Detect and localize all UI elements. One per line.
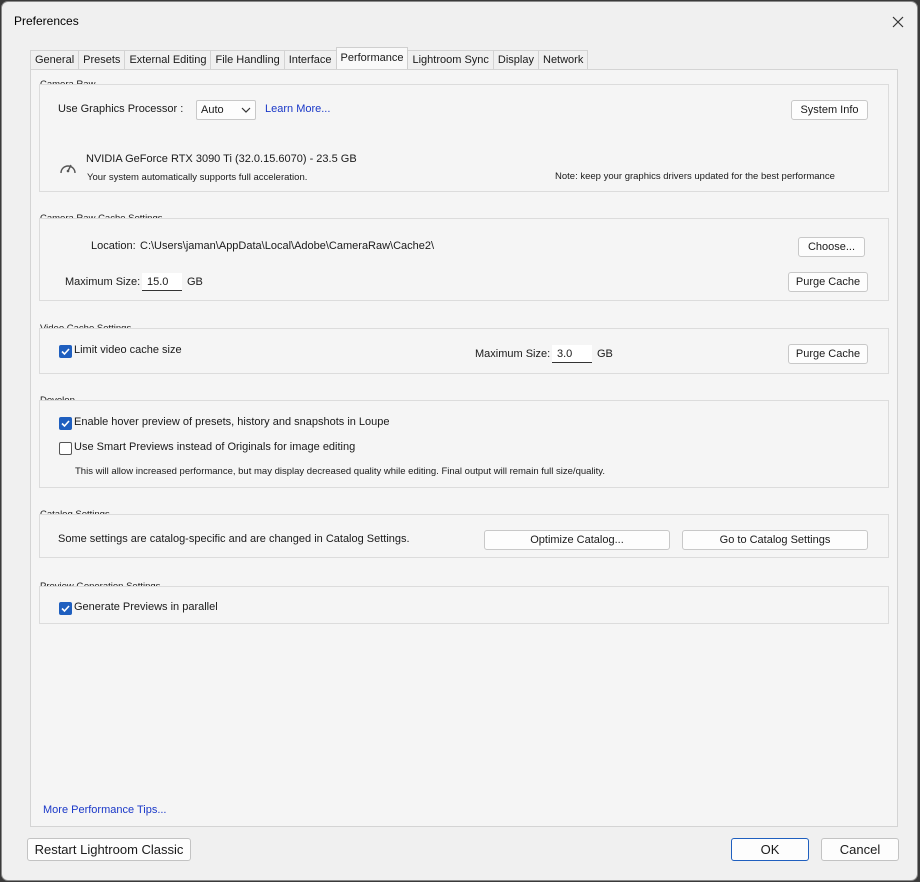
catalog-text: Some settings are catalog-specific and a… xyxy=(58,533,410,545)
video-max-field[interactable]: 3.0 xyxy=(552,345,592,363)
gpu-note: Note: keep your graphics drivers updated… xyxy=(555,171,835,182)
more-performance-tips-link[interactable]: More Performance Tips... xyxy=(43,804,167,816)
video-max-label: Maximum Size: xyxy=(475,348,551,360)
gpu-status: Your system automatically supports full … xyxy=(87,172,308,183)
tab-bar: General Presets External Editing File Ha… xyxy=(30,47,589,70)
video-purge-cache-button[interactable]: Purge Cache xyxy=(788,344,868,364)
chevron-down-icon xyxy=(241,107,251,113)
camera-raw-cache-group: Location: C:\Users\jaman\AppData\Local\A… xyxy=(39,218,889,301)
tab-external-editing[interactable]: External Editing xyxy=(124,50,211,70)
window-title: Preferences xyxy=(14,14,79,28)
smart-previews-label: Use Smart Previews instead of Originals … xyxy=(74,441,356,453)
gpu-name: NVIDIA GeForce RTX 3090 Ti (32.0.15.6070… xyxy=(86,153,357,165)
cache-unit: GB xyxy=(187,276,203,288)
tab-lightroom-sync[interactable]: Lightroom Sync xyxy=(408,50,493,70)
smart-previews-checkbox[interactable] xyxy=(59,442,72,455)
hover-preview-checkbox[interactable] xyxy=(59,417,72,430)
limit-video-checkbox[interactable] xyxy=(59,345,72,358)
location-value: C:\Users\jaman\AppData\Local\Adobe\Camer… xyxy=(140,240,435,252)
go-to-catalog-settings-button[interactable]: Go to Catalog Settings xyxy=(682,530,868,550)
close-icon xyxy=(892,16,904,28)
tab-display[interactable]: Display xyxy=(492,50,538,70)
performance-panel: Camera Raw Use Graphics Processor : Auto… xyxy=(30,69,898,827)
video-unit: GB xyxy=(597,348,613,360)
title-bar: Preferences xyxy=(2,2,917,40)
preview-generation-group: Generate Previews in parallel xyxy=(39,586,889,624)
gpu-label: Use Graphics Processor : xyxy=(58,103,184,115)
develop-group: Enable hover preview of presets, history… xyxy=(39,400,889,488)
tab-general[interactable]: General xyxy=(30,50,79,70)
gpu-select[interactable]: Auto xyxy=(196,100,256,120)
optimize-catalog-button[interactable]: Optimize Catalog... xyxy=(484,530,670,550)
tab-performance[interactable]: Performance xyxy=(335,47,409,69)
restart-lightroom-button[interactable]: Restart Lightroom Classic xyxy=(27,838,191,861)
checkmark-icon xyxy=(61,420,70,428)
parallel-previews-label: Generate Previews in parallel xyxy=(74,601,218,613)
location-label: Location: xyxy=(91,240,136,252)
checkmark-icon xyxy=(61,348,70,356)
cache-max-label: Maximum Size: xyxy=(65,276,141,288)
cache-max-field[interactable]: 15.0 xyxy=(142,273,182,291)
checkmark-icon xyxy=(61,605,70,613)
choose-button[interactable]: Choose... xyxy=(798,237,865,257)
close-button[interactable] xyxy=(887,11,909,33)
tab-interface[interactable]: Interface xyxy=(283,50,336,70)
gpu-select-value: Auto xyxy=(201,104,224,116)
camera-raw-group: Use Graphics Processor : Auto Learn More… xyxy=(39,84,889,192)
catalog-settings-group: Some settings are catalog-specific and a… xyxy=(39,514,889,558)
smart-previews-note: This will allow increased performance, b… xyxy=(75,466,605,477)
cancel-button[interactable]: Cancel xyxy=(821,838,899,861)
tab-presets[interactable]: Presets xyxy=(78,50,125,70)
tab-network[interactable]: Network xyxy=(538,50,589,70)
parallel-previews-checkbox[interactable] xyxy=(59,602,72,615)
video-cache-group: Limit video cache size Maximum Size: 3.0… xyxy=(39,328,889,374)
system-info-button[interactable]: System Info xyxy=(791,100,868,120)
tab-file-handling[interactable]: File Handling xyxy=(210,50,284,70)
ok-button[interactable]: OK xyxy=(731,838,809,861)
preferences-window: Preferences General Presets External Edi… xyxy=(1,1,918,881)
learn-more-link[interactable]: Learn More... xyxy=(265,103,330,115)
gauge-icon xyxy=(60,164,76,174)
hover-preview-label: Enable hover preview of presets, history… xyxy=(74,416,390,428)
purge-cache-button[interactable]: Purge Cache xyxy=(788,272,868,292)
limit-video-label: Limit video cache size xyxy=(74,344,182,356)
